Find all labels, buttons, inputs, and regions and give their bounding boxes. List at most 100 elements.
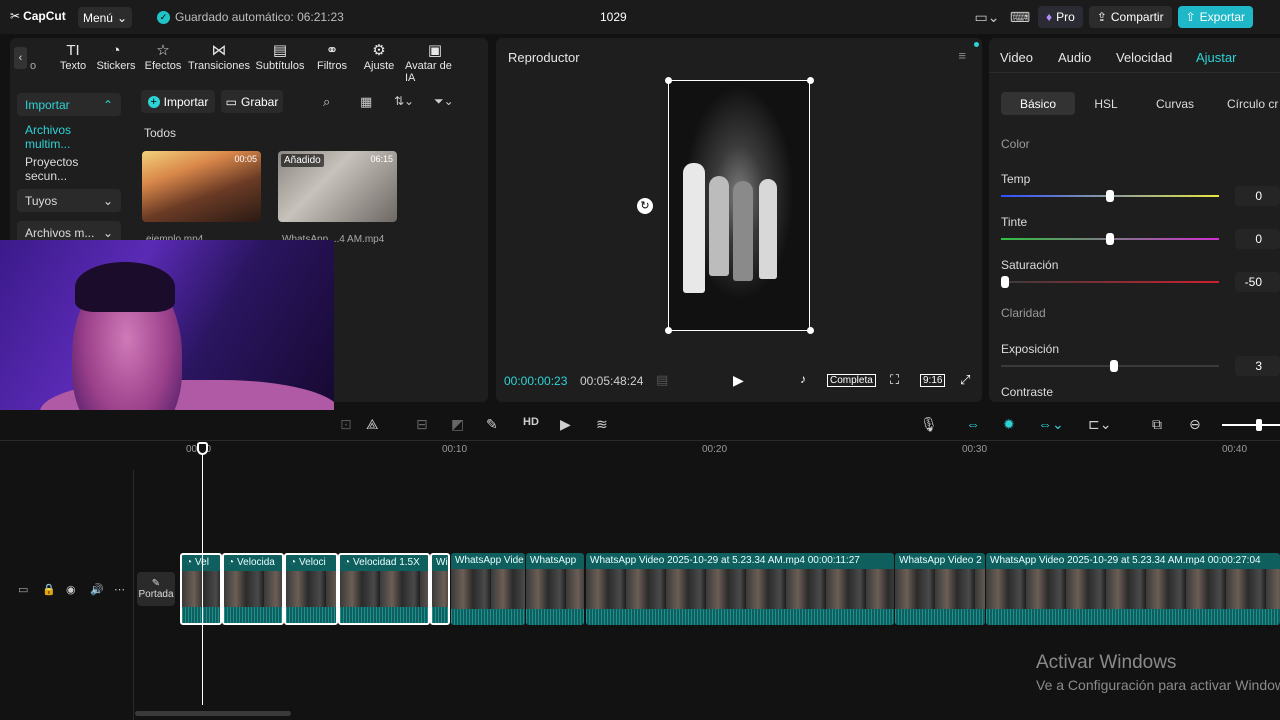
zoom-slider[interactable] bbox=[1222, 419, 1280, 431]
zoom-out-icon[interactable]: ⊖ bbox=[1189, 416, 1201, 433]
track-video-icon[interactable]: ▭ bbox=[18, 583, 28, 596]
sidebar-archivos[interactable]: Archivos multim... bbox=[17, 123, 121, 151]
tab-texto[interactable]: TI Texto bbox=[55, 42, 91, 84]
preview-axis-icon[interactable]: ⊏⌄ bbox=[1088, 416, 1111, 433]
expand-icon[interactable]: ⤢ bbox=[960, 372, 970, 388]
subtab-hsl[interactable]: HSL bbox=[1075, 92, 1137, 115]
zoom-knob[interactable] bbox=[1256, 419, 1262, 431]
playhead-handle[interactable] bbox=[197, 442, 208, 455]
hd-icon[interactable]: HD bbox=[523, 416, 539, 428]
crop-handle-tl[interactable] bbox=[665, 77, 672, 84]
split-icon[interactable]: ⊡ bbox=[340, 416, 352, 433]
filter-all-label[interactable]: Todos bbox=[144, 126, 176, 140]
quality-button[interactable]: Completa bbox=[827, 374, 876, 387]
tab-ajustar[interactable]: Ajustar bbox=[1196, 50, 1236, 65]
grid-view-icon[interactable]: ▦ bbox=[360, 94, 372, 110]
exposicion-slider[interactable] bbox=[1001, 360, 1219, 372]
mini-player-icon[interactable]: ⧉ bbox=[1152, 416, 1162, 433]
import-button[interactable]: + Importar bbox=[141, 90, 215, 113]
playhead[interactable] bbox=[202, 443, 203, 705]
auto-reframe-icon[interactable]: ⟁ bbox=[366, 416, 379, 433]
mask-icon[interactable]: ⊟ bbox=[416, 416, 428, 433]
tab-efectos[interactable]: ☆ Efectos bbox=[141, 42, 185, 84]
play-icon[interactable]: ▶ bbox=[733, 372, 744, 389]
lock-icon[interactable]: 🔒 bbox=[42, 583, 56, 596]
timeline-clip[interactable]: WhatsApp bbox=[526, 553, 584, 625]
subtab-curvas[interactable]: Curvas bbox=[1145, 92, 1205, 115]
crop-handle-br[interactable] bbox=[807, 327, 814, 334]
temp-slider[interactable] bbox=[1001, 190, 1219, 202]
timeline-clip[interactable]: Wi bbox=[430, 553, 450, 625]
crop-handle-tr[interactable] bbox=[807, 77, 814, 84]
snap-icon[interactable]: ✹ bbox=[1003, 416, 1015, 433]
tinte-value[interactable]: 0 bbox=[1235, 229, 1280, 249]
layout-icon[interactable]: ▭⌄ bbox=[972, 9, 1002, 26]
subtab-circulo[interactable]: Círculo cr bbox=[1227, 92, 1280, 115]
ratio-button[interactable]: 9:16 bbox=[920, 374, 946, 387]
tab-velocidad[interactable]: Velocidad bbox=[1116, 50, 1172, 65]
eye-icon[interactable]: ◉ bbox=[66, 583, 76, 596]
sort-icon[interactable]: ⇅⌄ bbox=[394, 94, 414, 108]
horizontal-scrollbar[interactable] bbox=[135, 711, 291, 716]
tab-filtros[interactable]: ⚭ Filtros bbox=[309, 42, 355, 84]
sidebar-proyectos[interactable]: Proyectos secun... bbox=[17, 155, 121, 183]
tab-stickers[interactable]: ◔ Stickers bbox=[93, 42, 139, 84]
timeline-clip[interactable]: WhatsApp Video 2025-10-29 at 5.23.34 AM.… bbox=[986, 553, 1280, 625]
tab-audio[interactable]: Audio bbox=[1058, 50, 1091, 65]
subtab-basico[interactable]: Básico bbox=[1001, 92, 1075, 115]
menu-button[interactable]: Menú ⌄ bbox=[78, 7, 132, 28]
crop-handle-bl[interactable] bbox=[665, 327, 672, 334]
share-button[interactable]: ⇪ Compartir bbox=[1088, 6, 1172, 28]
timeline-clip[interactable]: ◔ Veloci bbox=[284, 553, 338, 625]
video-canvas[interactable] bbox=[668, 80, 810, 331]
tab-transiciones[interactable]: ⋈ Transiciones bbox=[187, 42, 251, 84]
timeline-clip[interactable]: WhatsApp Video 2025-10-29 at 5.23.34 AM.… bbox=[586, 553, 894, 625]
tiktok-icon[interactable]: ♪ bbox=[800, 372, 806, 386]
pro-button[interactable]: ♦ Pro bbox=[1038, 6, 1083, 28]
link-main-track-icon[interactable]: ⇔ bbox=[966, 416, 980, 432]
exposicion-knob[interactable] bbox=[1110, 360, 1119, 372]
temp-knob[interactable] bbox=[1106, 190, 1114, 202]
saturacion-knob[interactable] bbox=[1001, 276, 1009, 288]
saturacion-value[interactable]: -50 bbox=[1235, 272, 1280, 292]
mirror-icon[interactable]: ◩ bbox=[451, 416, 464, 433]
sidebar-tuyos[interactable]: Tuyos ⌄ bbox=[17, 189, 121, 212]
temp-value[interactable]: 0 bbox=[1235, 186, 1280, 206]
speaker-icon[interactable]: 🔊 bbox=[90, 583, 104, 596]
sidebar-importar[interactable]: Importar ⌃ bbox=[17, 93, 121, 116]
project-title[interactable]: 1029 bbox=[600, 10, 627, 24]
linkage-icon[interactable]: ⇔⌄ bbox=[1038, 416, 1064, 433]
media-thumb-ejemplo[interactable]: 00:05 bbox=[142, 151, 261, 222]
tab-subtitulos[interactable]: ▤ Subtítulos bbox=[253, 42, 307, 84]
tabs-scroll-left[interactable]: ‹ bbox=[14, 47, 27, 69]
magic-wand-icon[interactable]: ✎ bbox=[486, 416, 498, 433]
player-menu-icon[interactable]: ≡ bbox=[958, 48, 966, 63]
export-button[interactable]: ⇧ Exportar bbox=[1177, 6, 1253, 28]
audio-wave-icon[interactable]: ≋ bbox=[596, 416, 608, 433]
timeline-clip[interactable]: WhatsApp Video 2 bbox=[895, 553, 985, 625]
timeline-clip[interactable]: WhatsApp Vide bbox=[451, 553, 525, 625]
fullscreen-focus-icon[interactable]: ⛶ bbox=[890, 372, 899, 388]
timeline-grid-icon[interactable]: ▤ bbox=[656, 372, 668, 388]
timeline-clip[interactable]: ◔ Velocida bbox=[222, 553, 284, 625]
exposicion-value[interactable]: 3 bbox=[1235, 356, 1280, 376]
tinte-knob[interactable] bbox=[1106, 233, 1114, 245]
more-icon[interactable]: ⋯ bbox=[114, 583, 125, 596]
adjust-panel: Video Audio Velocidad Ajustar Básico HSL… bbox=[989, 38, 1280, 402]
saturacion-slider[interactable] bbox=[1001, 276, 1219, 288]
microphone-icon[interactable]: 🎙 bbox=[920, 416, 938, 433]
tab-ajuste[interactable]: ⚙ Ajuste bbox=[357, 42, 401, 84]
cover-button[interactable]: ✎ Portada bbox=[137, 572, 175, 606]
tinte-slider[interactable] bbox=[1001, 233, 1219, 245]
rotate-icon[interactable]: ↻ bbox=[637, 198, 653, 214]
timeline-clip[interactable]: ◔ Velocidad 1.5X bbox=[338, 553, 430, 625]
tab-avatar-ia[interactable]: ▣ Avatar de IA bbox=[403, 42, 467, 84]
media-thumb-whatsapp[interactable]: Añadido 06:15 bbox=[278, 151, 397, 222]
tab-video[interactable]: Video bbox=[1000, 50, 1033, 65]
filter-funnel-icon[interactable]: ⏷⌄ bbox=[434, 94, 454, 109]
shortcut-icon[interactable]: ⌨ bbox=[1008, 9, 1032, 26]
record-button[interactable]: ▭ Grabar bbox=[221, 90, 283, 113]
search-icon[interactable]: ⌕ bbox=[323, 94, 330, 110]
timeline-clip[interactable]: ◔Vel bbox=[180, 553, 222, 625]
video-enhance-icon[interactable]: ▶ bbox=[560, 416, 571, 433]
